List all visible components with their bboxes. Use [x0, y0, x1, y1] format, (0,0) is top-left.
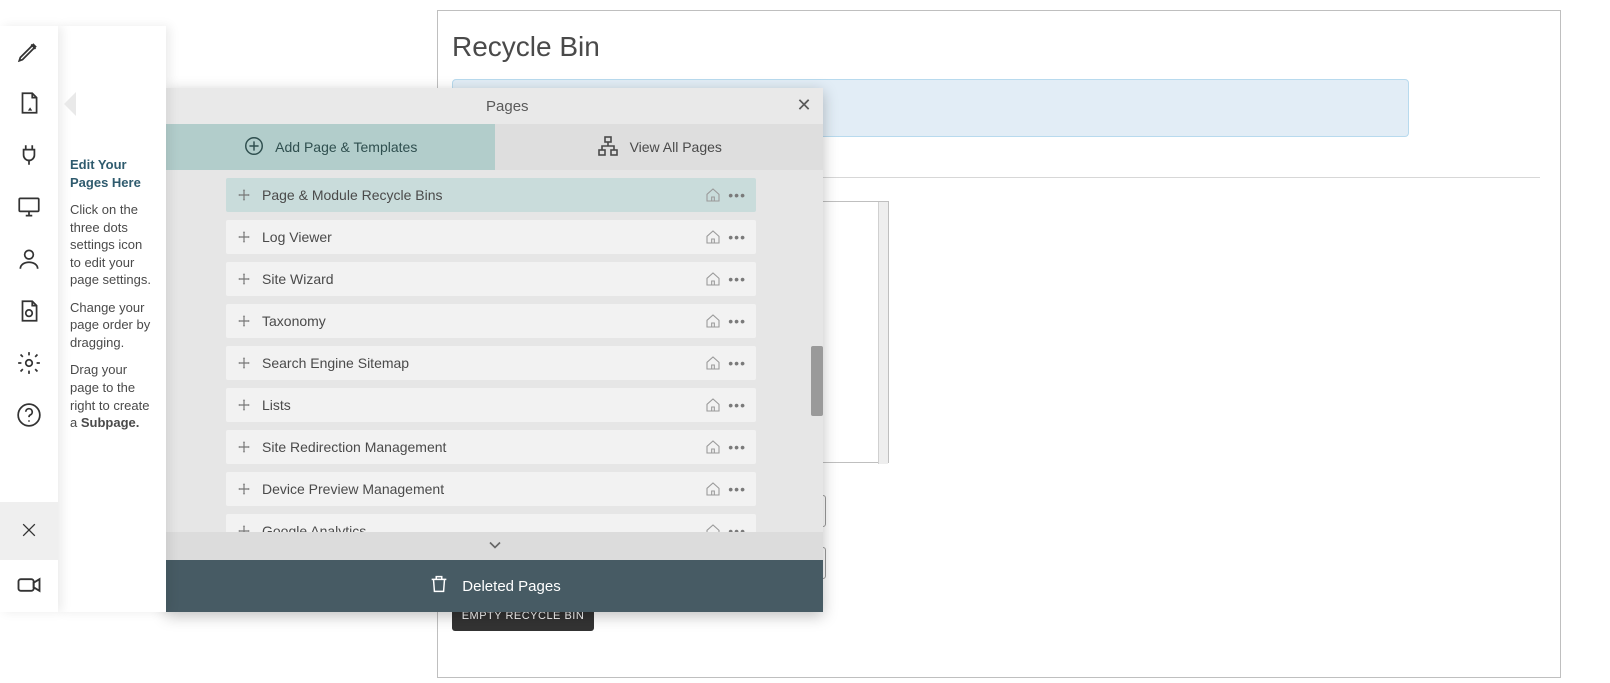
- rail-settings[interactable]: [0, 338, 58, 390]
- home-icon[interactable]: [704, 270, 722, 288]
- home-icon[interactable]: [704, 312, 722, 330]
- home-icon[interactable]: [704, 396, 722, 414]
- drag-handle-icon[interactable]: [236, 313, 252, 329]
- rail-pages[interactable]: [0, 78, 58, 130]
- pencil-icon: [16, 38, 42, 67]
- page-item-label: Log Viewer: [262, 229, 704, 245]
- drag-handle-icon[interactable]: [236, 355, 252, 371]
- flyout-expand-toggle[interactable]: [166, 532, 823, 560]
- home-icon[interactable]: [704, 354, 722, 372]
- sitemap-icon: [596, 134, 620, 161]
- drag-handle-icon[interactable]: [236, 229, 252, 245]
- listbox-scrollbar[interactable]: [878, 202, 888, 464]
- help-panel-p1: Click on the three dots settings icon to…: [70, 201, 154, 289]
- page-item-label: Search Engine Sitemap: [262, 355, 704, 371]
- page-item-more-button[interactable]: •••: [728, 439, 746, 455]
- trash-icon: [428, 573, 450, 599]
- page-list: Page & Module Recycle Bins ••• Log Viewe…: [226, 178, 756, 532]
- drag-handle-icon[interactable]: [236, 439, 252, 455]
- page-icon: [16, 90, 42, 119]
- drag-handle-icon[interactable]: [236, 187, 252, 203]
- rail-close[interactable]: [0, 502, 58, 560]
- page-item-more-button[interactable]: •••: [728, 397, 746, 413]
- close-icon: [19, 520, 39, 543]
- page-list-item[interactable]: Log Viewer •••: [226, 220, 756, 254]
- home-icon[interactable]: [704, 228, 722, 246]
- page-item-label: Lists: [262, 397, 704, 413]
- rail-users[interactable]: [0, 234, 58, 286]
- user-icon: [16, 246, 42, 275]
- file-icon: [16, 298, 42, 327]
- flyout-header: Pages ✕: [166, 88, 823, 124]
- home-icon[interactable]: [704, 480, 722, 498]
- drag-handle-icon[interactable]: [236, 397, 252, 413]
- gear-icon: [16, 350, 42, 379]
- video-icon: [15, 571, 43, 602]
- page-title: Recycle Bin: [452, 31, 600, 63]
- help-panel-p2: Change your page order by dragging.: [70, 299, 154, 352]
- tab-view-all-pages-label: View All Pages: [630, 139, 722, 155]
- monitor-icon: [16, 194, 42, 223]
- rail-help[interactable]: [0, 390, 58, 442]
- page-item-label: Page & Module Recycle Bins: [262, 187, 704, 203]
- page-list-item[interactable]: Site Redirection Management •••: [226, 430, 756, 464]
- tab-view-all-pages[interactable]: View All Pages: [495, 124, 824, 170]
- drag-handle-icon[interactable]: [236, 271, 252, 287]
- page-item-more-button[interactable]: •••: [728, 187, 746, 203]
- flyout-body: Page & Module Recycle Bins ••• Log Viewe…: [166, 170, 823, 532]
- rail-extensions[interactable]: [0, 130, 58, 182]
- home-icon[interactable]: [704, 186, 722, 204]
- flyout-tabs: Add Page & Templates View All Pages: [166, 124, 823, 170]
- home-icon[interactable]: [704, 522, 722, 532]
- flyout-close-button[interactable]: ✕: [793, 94, 815, 116]
- tab-add-page[interactable]: Add Page & Templates: [166, 124, 495, 170]
- drag-handle-icon[interactable]: [236, 481, 252, 497]
- page-list-item[interactable]: Taxonomy •••: [226, 304, 756, 338]
- rail-themes[interactable]: [0, 182, 58, 234]
- page-list-item[interactable]: Lists •••: [226, 388, 756, 422]
- deleted-pages-button[interactable]: Deleted Pages: [166, 560, 823, 612]
- flyout-title: Pages: [486, 98, 529, 115]
- help-panel-p3-bold: Subpage.: [81, 415, 140, 430]
- home-icon[interactable]: [704, 438, 722, 456]
- help-panel-title: Edit Your Pages Here: [70, 156, 154, 191]
- close-icon: ✕: [796, 95, 811, 116]
- chevron-down-icon: [485, 535, 505, 558]
- drag-handle-icon[interactable]: [236, 523, 252, 532]
- page-item-more-button[interactable]: •••: [728, 229, 746, 245]
- page-item-more-button[interactable]: •••: [728, 523, 746, 532]
- deleted-pages-label: Deleted Pages: [462, 578, 560, 595]
- page-item-label: Taxonomy: [262, 313, 704, 329]
- page-item-more-button[interactable]: •••: [728, 271, 746, 287]
- page-list-item[interactable]: Search Engine Sitemap •••: [226, 346, 756, 380]
- page-list-item[interactable]: Device Preview Management •••: [226, 472, 756, 506]
- plug-icon: [16, 142, 42, 171]
- flyout-scrollbar-thumb[interactable]: [811, 346, 823, 416]
- page-item-label: Google Analytics: [262, 523, 704, 532]
- edit-rail: [0, 26, 58, 612]
- pages-flyout: Pages ✕ Add Page & Templates View All Pa…: [166, 88, 823, 612]
- help-circle-icon: [16, 402, 42, 431]
- rail-video[interactable]: [0, 560, 58, 612]
- tab-add-page-label: Add Page & Templates: [275, 139, 417, 155]
- help-panel-p3: Drag your page to the right to create a …: [70, 361, 154, 431]
- page-item-more-button[interactable]: •••: [728, 313, 746, 329]
- rail-edit[interactable]: [0, 26, 58, 78]
- page-item-label: Site Wizard: [262, 271, 704, 287]
- page-list-item[interactable]: Page & Module Recycle Bins •••: [226, 178, 756, 212]
- page-item-more-button[interactable]: •••: [728, 355, 746, 371]
- page-list-item[interactable]: Google Analytics •••: [226, 514, 756, 532]
- plus-circle-icon: [243, 135, 265, 160]
- page-item-label: Device Preview Management: [262, 481, 704, 497]
- page-item-more-button[interactable]: •••: [728, 481, 746, 497]
- page-list-item[interactable]: Site Wizard •••: [226, 262, 756, 296]
- page-item-label: Site Redirection Management: [262, 439, 704, 455]
- rail-assets[interactable]: [0, 286, 58, 338]
